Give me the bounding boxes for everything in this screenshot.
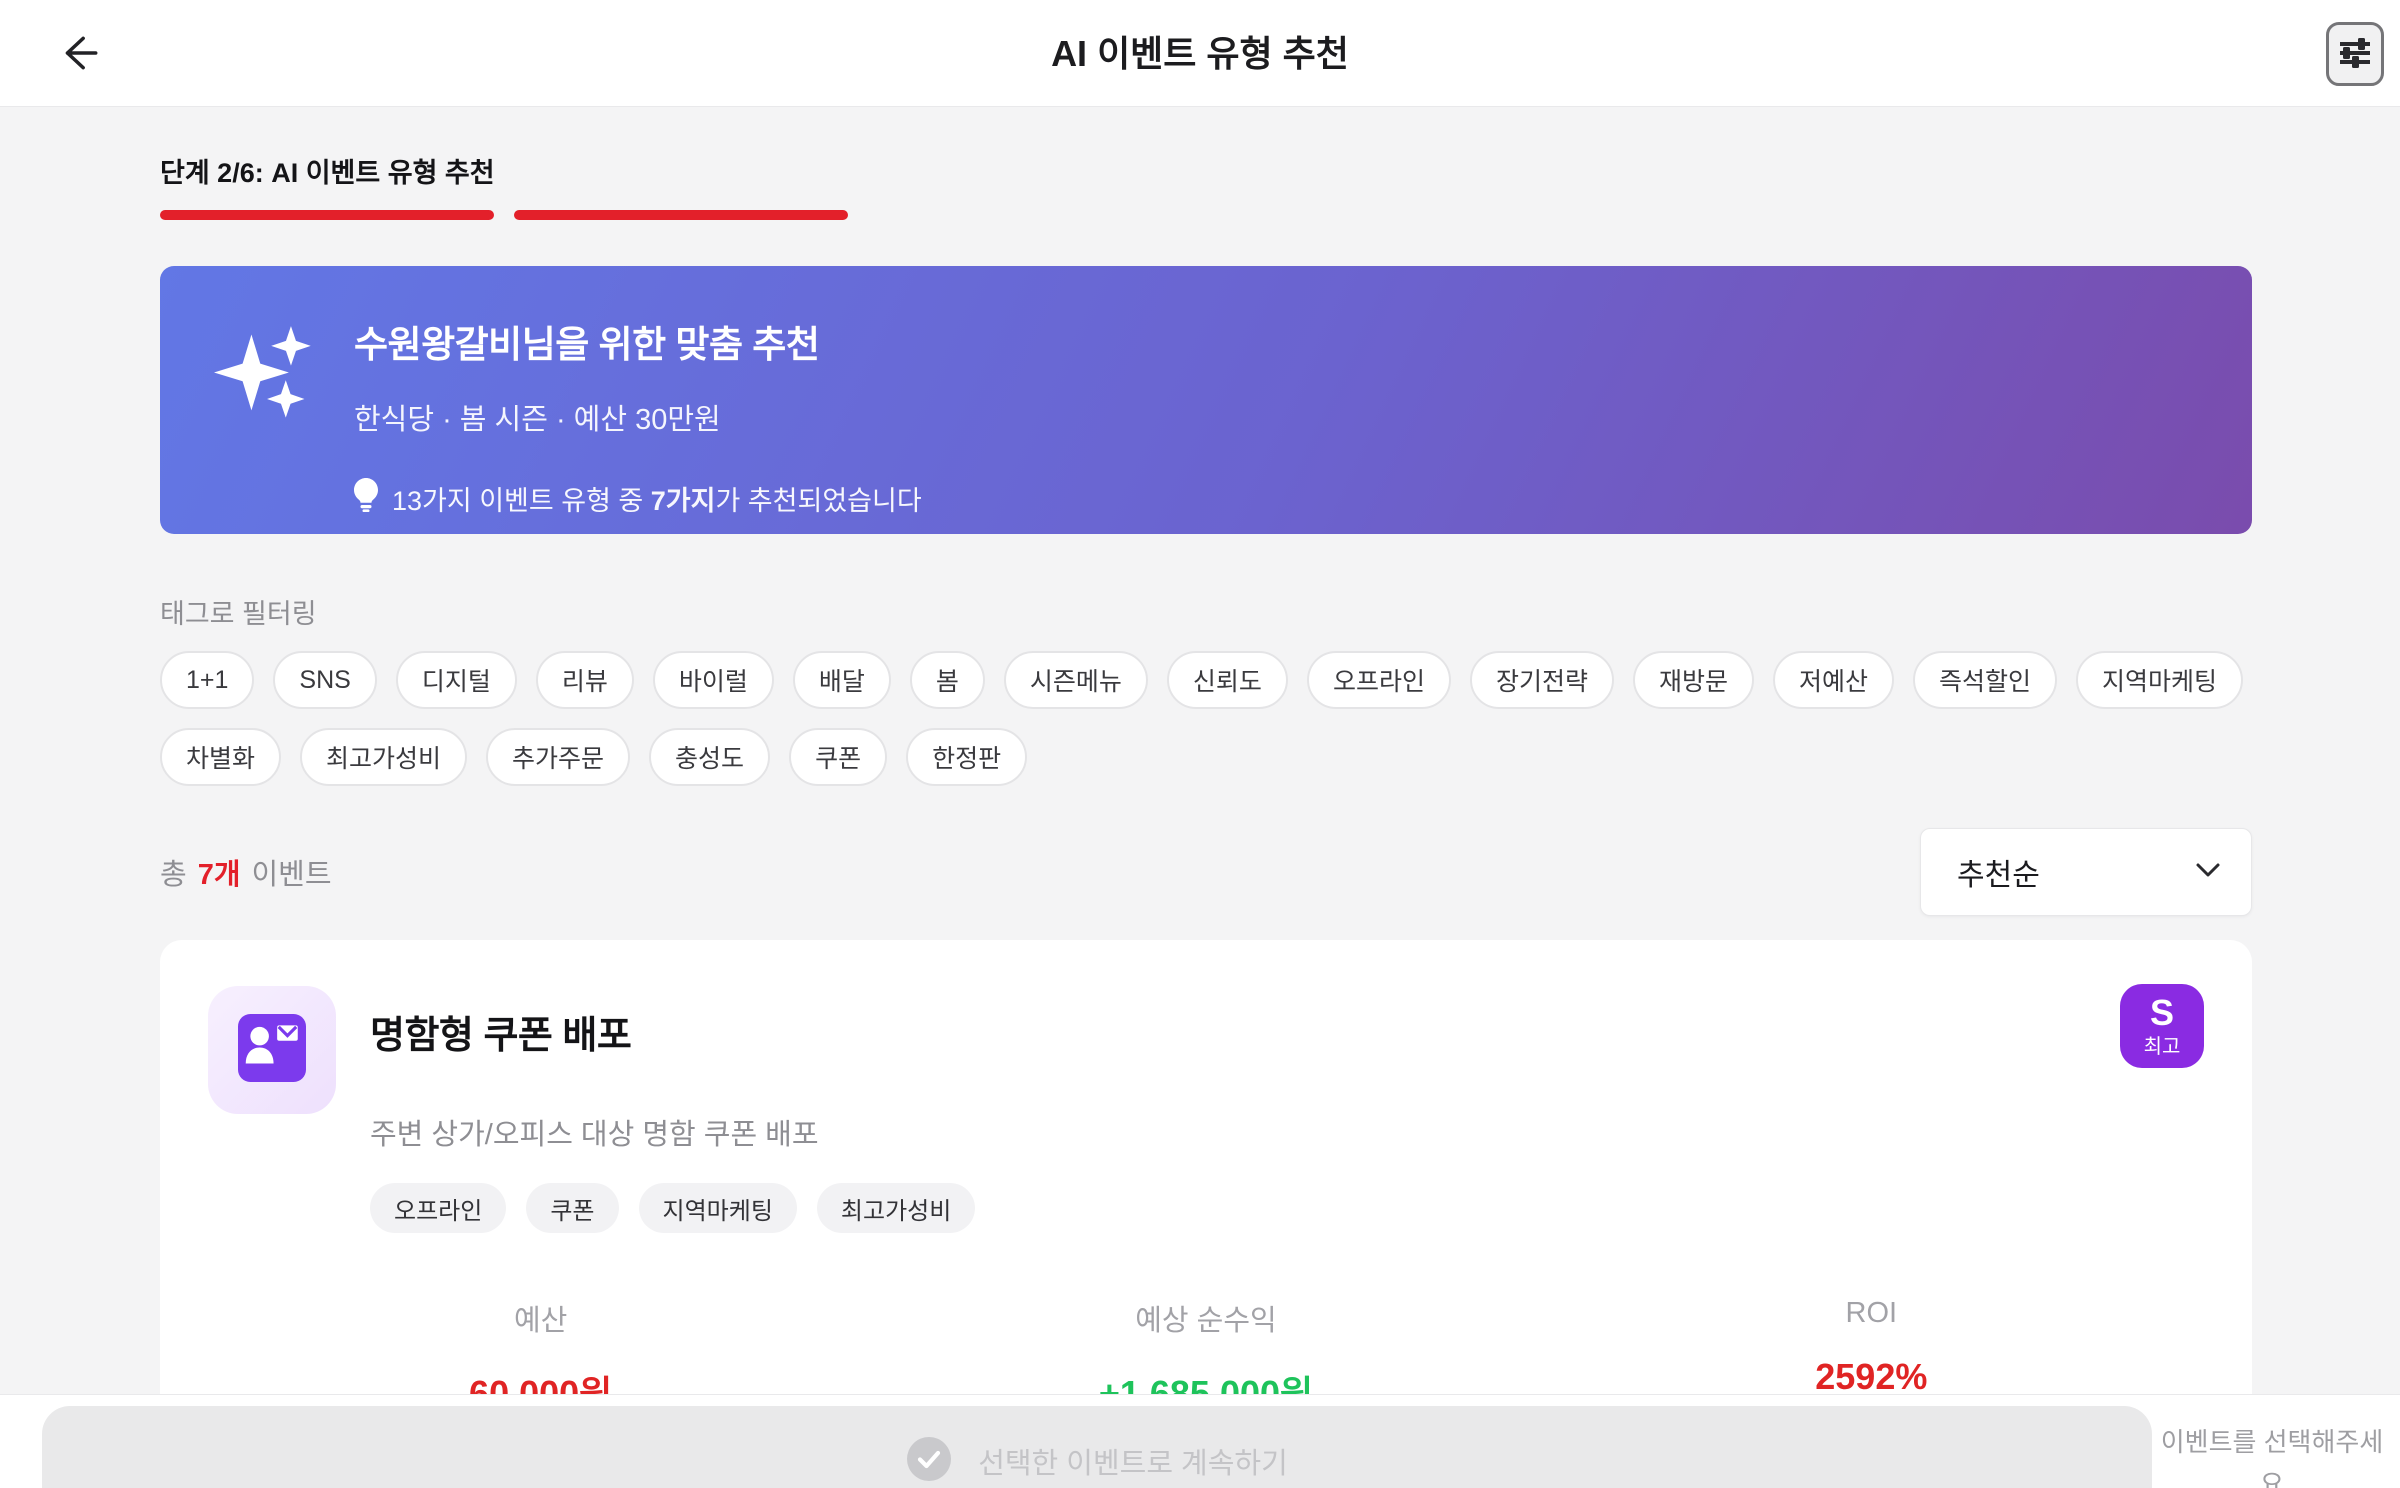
event-tag: 최고가성비 — [816, 1183, 976, 1233]
tag-filter-chip[interactable]: 추가주문 — [486, 728, 631, 786]
tag-filter-chip[interactable]: 바이럴 — [652, 651, 774, 709]
sort-selected-value: 추천순 — [1957, 859, 2040, 892]
tag-filter-chip[interactable]: 차별화 — [160, 728, 282, 786]
tag-filter-chip[interactable]: 오프라인 — [1306, 651, 1451, 709]
event-count-number: 7개 — [197, 859, 241, 891]
tag-filter-label: 태그로 필터링 — [160, 599, 317, 629]
continue-button-label: 선택한 이벤트로 계속하기 — [978, 1447, 1288, 1480]
tag-chip-row: 1+1 SNS 디지털 리뷰 바이럴 배달 봄 시즌메뉴 신뢰도 오프라인 장기전략 재방문 저예산 즉석… — [160, 651, 2252, 709]
grade-label: 최고 — [2143, 1036, 2181, 1058]
event-tag: 쿠폰 — [526, 1183, 619, 1233]
main-content: 단계 2/6: AI 이벤트 유형 추천 수원왕갈비님을 위한 맞춤 추천 한식… — [160, 151, 2252, 1414]
results-toolbar: 총 7개 이벤트 추천순 — [160, 828, 2252, 916]
tag-filter-chip[interactable]: 1+1 — [160, 651, 255, 709]
top-app-bar: AI 이벤트 유형 추천 — [0, 0, 2400, 107]
progress-bar — [160, 210, 2252, 220]
event-count-text: 총 7개 이벤트 — [160, 851, 332, 893]
progress-segment — [160, 210, 494, 220]
tag-chip-row: 차별화 최고가성비 추가주문 충성도 쿠폰 한정판 — [160, 728, 2252, 786]
bulb-icon — [354, 478, 378, 519]
tag-filter-chip[interactable]: 즉석할인 — [1913, 651, 2058, 709]
event-description: 주변 상가/오피스 대상 명함 쿠폰 배포 — [370, 1119, 819, 1151]
event-card[interactable]: 명함형 쿠폰 배포 주변 상가/오피스 대상 명함 쿠폰 배포 오프라인 쿠폰 지역… — [160, 940, 2252, 1414]
check-circle-icon — [906, 1436, 952, 1485]
tag-filter-chip[interactable]: 리뷰 — [535, 651, 634, 709]
banner-info-text: 13가지 이벤트 유형 중 7가지가 추천되었습니다 — [392, 486, 922, 516]
event-tags: 오프라인 쿠폰 지역마케팅 최고가성비 — [370, 1183, 2204, 1233]
step-indicator-label: 단계 2/6: AI 이벤트 유형 추천 — [160, 158, 495, 188]
page-title: AI 이벤트 유형 추천 — [1051, 33, 1349, 74]
tag-filter-chip[interactable]: 장기전략 — [1469, 651, 1614, 709]
grade-letter: S — [2149, 992, 2174, 1033]
tag-filter-chip[interactable]: 지역마케팅 — [2076, 651, 2244, 709]
tag-filter-chip[interactable]: 재방문 — [1632, 651, 1754, 709]
tag-filter-chip[interactable]: 디지털 — [395, 651, 517, 709]
event-icon-tile — [208, 986, 336, 1114]
stat-label: ROI — [1845, 1297, 1898, 1329]
bottom-action-bar: 선택한 이벤트로 계속하기 이벤트를 선택해주세요 — [0, 1394, 2400, 1488]
banner-info-line: 13가지 이벤트 유형 중 7가지가 추천되었습니다 — [354, 478, 922, 519]
tag-filter-chip[interactable]: 한정판 — [906, 728, 1028, 786]
tag-filter-chip[interactable]: 신뢰도 — [1166, 651, 1288, 709]
chevron-down-icon — [2195, 862, 2221, 883]
tag-filter-chip[interactable]: 충성도 — [649, 728, 771, 786]
stat-label: 예산 — [513, 1305, 568, 1337]
event-title: 명함형 쿠폰 배포 — [370, 1015, 632, 1057]
selection-hint-text: 이벤트를 선택해주세요 — [2160, 1427, 2384, 1488]
ai-event-recommendation-page: AI 이벤트 유형 추천 단계 2/6: AI 이벤트 유형 추천 수원왕갈비님… — [0, 0, 2400, 1488]
tag-filter-chip[interactable]: SNS — [273, 651, 377, 709]
continue-button[interactable]: 선택한 이벤트로 계속하기 — [42, 1406, 2152, 1488]
event-card-texts: 명함형 쿠폰 배포 주변 상가/오피스 대상 명함 쿠폰 배포 오프라인 쿠폰 지역… — [370, 986, 2204, 1233]
event-tag: 오프라인 — [370, 1183, 507, 1233]
tag-filter-chip[interactable]: 봄 — [909, 651, 985, 709]
banner-title: 수원왕갈비님을 위한 맞춤 추천 — [354, 324, 820, 365]
continue-button-inner: 선택한 이벤트로 계속하기 — [906, 1436, 1288, 1485]
back-button[interactable] — [56, 30, 104, 78]
sparkles-icon — [214, 322, 318, 426]
tag-filter-chip[interactable]: 시즌메뉴 — [1003, 651, 1148, 709]
grade-badge: S 최고 — [2120, 984, 2204, 1068]
stat-value: 2592% — [1815, 1356, 1928, 1397]
filter-settings-button[interactable] — [2326, 22, 2384, 86]
tag-filter-chip[interactable]: 최고가성비 — [300, 728, 468, 786]
sliders-icon — [2335, 33, 2375, 76]
banner-text-block: 수원왕갈비님을 위한 맞춤 추천 한식당 · 봄 시즌 · 예산 30만원 13… — [354, 314, 922, 516]
tag-filter-chip[interactable]: 쿠폰 — [789, 728, 888, 786]
tag-filter-chips: 1+1 SNS 디지털 리뷰 바이럴 배달 봄 시즌메뉴 신뢰도 오프라인 장기전략 재방문 저예산 즉석… — [160, 651, 2252, 786]
tag-filter-chip[interactable]: 저예산 — [1772, 651, 1894, 709]
banner-subtitle: 한식당 · 봄 시즌 · 예산 30만원 — [354, 404, 721, 436]
business-card-contact-icon — [238, 1013, 306, 1087]
progress-segment — [514, 210, 848, 220]
sort-dropdown[interactable]: 추천순 — [1920, 828, 2252, 916]
recommendation-banner: 수원왕갈비님을 위한 맞춤 추천 한식당 · 봄 시즌 · 예산 30만원 13… — [160, 266, 2252, 534]
back-arrow-icon — [57, 30, 103, 79]
stat-label: 예상 순수익 — [1135, 1305, 1277, 1337]
event-card-head: 명함형 쿠폰 배포 주변 상가/오피스 대상 명함 쿠폰 배포 오프라인 쿠폰 지역… — [208, 986, 2204, 1233]
tag-filter-chip[interactable]: 배달 — [792, 651, 891, 709]
event-tag: 지역마케팅 — [638, 1183, 797, 1233]
